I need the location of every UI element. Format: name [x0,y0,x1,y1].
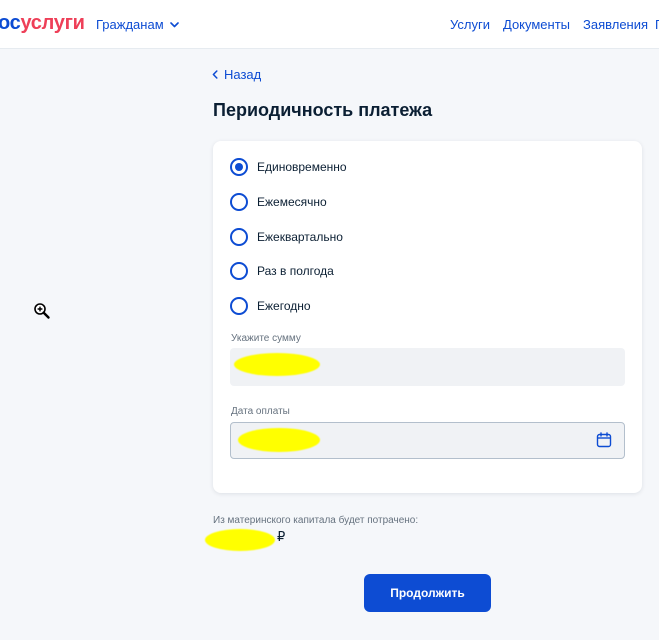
radio-option-yearly[interactable]: Ежегодно [230,297,311,315]
radio-label: Раз в полгода [257,264,334,278]
radio-label: Ежеквартально [257,230,343,244]
chevron-down-icon [169,21,179,27]
radio-button[interactable] [230,297,248,315]
radio-option-quarterly[interactable]: Ежеквартально [230,228,343,246]
radio-button[interactable] [230,228,248,246]
radio-option-semiannual[interactable]: Раз в полгода [230,262,334,280]
currency-sign: ₽ [277,529,286,544]
redaction-mark [205,529,275,551]
nav-services[interactable]: Услуги [450,17,490,32]
nav-more-truncated[interactable]: П [655,17,659,32]
radio-button-checked[interactable] [230,158,248,176]
redaction-mark [234,353,320,376]
redaction-mark [238,428,320,452]
radio-label: Ежемесячно [257,195,327,209]
top-navigation-bar: осуслуги Гражданам Услуги Документы Заяв… [0,0,659,49]
radio-button[interactable] [230,262,248,280]
capital-spend-label: Из материнского капитала будет потрачено… [213,515,419,526]
chevron-left-icon [212,70,218,79]
gosuslugi-logo[interactable]: осуслуги [0,12,85,35]
back-link[interactable]: Назад [212,67,261,82]
nav-documents[interactable]: Документы [503,17,570,32]
radio-option-one-time[interactable]: Единовременно [230,158,347,176]
zoom-in-cursor-icon [34,303,50,319]
nav-applications[interactable]: Заявления [583,17,648,32]
citizens-menu[interactable]: Гражданам [96,17,179,32]
radio-option-monthly[interactable]: Ежемесячно [230,193,327,211]
continue-button[interactable]: Продолжить [364,574,491,612]
citizens-menu-label: Гражданам [96,17,164,32]
page-title: Периодичность платежа [213,100,433,120]
back-link-label: Назад [224,67,262,82]
radio-label: Ежегодно [257,299,311,313]
calendar-icon[interactable] [596,432,612,448]
amount-field-label: Укажите сумму [231,333,301,344]
date-field-label: Дата оплаты [231,406,290,417]
radio-button[interactable] [230,193,248,211]
payment-frequency-card: Единовременно Ежемесячно Ежеквартально Р… [213,141,642,493]
radio-label: Единовременно [257,160,347,174]
